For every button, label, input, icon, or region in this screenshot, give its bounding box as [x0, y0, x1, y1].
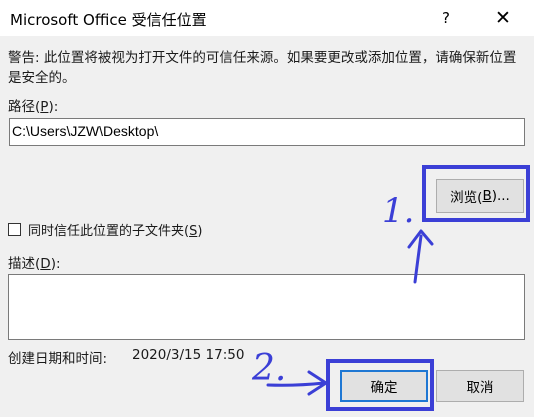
trusted-location-dialog: Microsoft Office 受信任位置 ? ✕ 警告: 此位置将被视为打开… — [0, 0, 534, 417]
path-input[interactable]: C:\Users\JZW\Desktop\ — [9, 118, 525, 146]
subfolders-checkbox-row[interactable]: 同时信任此位置的子文件夹(S) — [8, 220, 202, 239]
description-label: 描述(D): — [8, 256, 61, 272]
close-button[interactable]: ✕ — [483, 0, 523, 36]
created-date-value: 2020/3/15 17:50 — [132, 347, 245, 363]
cancel-button[interactable]: 取消 — [436, 370, 524, 402]
window-title: Microsoft Office 受信任位置 — [10, 11, 207, 29]
warning-text: 警告: 此位置将被视为打开文件的可信任来源。如果要更改或添加位置，请确保新位置是… — [8, 50, 517, 86]
step2-arrow — [266, 370, 328, 396]
browse-button[interactable]: 浏览(B)... — [436, 179, 524, 213]
subfolders-checkbox-label: 同时信任此位置的子文件夹(S) — [28, 224, 203, 239]
ok-button[interactable]: 确定 — [340, 370, 428, 402]
created-date-label: 创建日期和时间: — [8, 351, 108, 367]
step1-label: 1. — [382, 191, 414, 231]
path-label: 路径(P): — [8, 99, 59, 115]
help-button[interactable]: ? — [426, 0, 466, 36]
step2-label: 2. — [251, 348, 286, 389]
description-input[interactable] — [8, 274, 525, 340]
title-bar: Microsoft Office 受信任位置 ? ✕ — [0, 0, 534, 36]
subfolders-checkbox[interactable] — [8, 223, 21, 236]
